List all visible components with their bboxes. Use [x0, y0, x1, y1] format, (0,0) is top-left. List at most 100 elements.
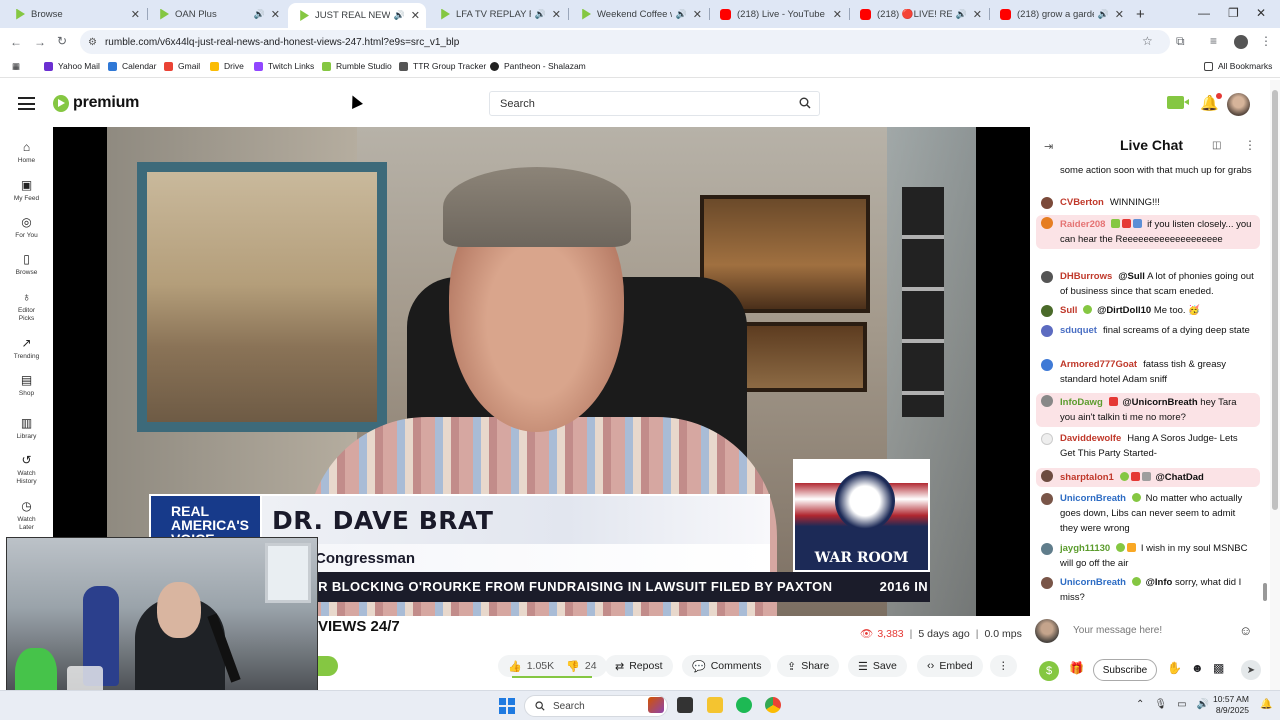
hamburger-menu-icon[interactable] [18, 97, 35, 110]
bookmark-pantheon[interactable]: Pantheon - Shalazam [490, 61, 586, 71]
chat-username[interactable]: sduquet [1060, 325, 1097, 336]
speaker-icon[interactable]: 🔊 [535, 9, 546, 20]
new-tab-icon[interactable]: + [1136, 6, 1145, 23]
sidebar-item-browse[interactable]: ▯ Browse [0, 253, 53, 277]
bookmark-rumble-studio[interactable]: Rumble Studio [322, 61, 392, 71]
app-icon[interactable] [648, 697, 664, 713]
sidebar-item-watch-history[interactable]: ↺ Watch History [0, 454, 53, 486]
notification-center-icon[interactable]: 🔔 [1260, 699, 1272, 710]
subscribe-button[interactable]: Subscribe [1093, 659, 1157, 681]
minimize-icon[interactable]: — [1198, 6, 1210, 20]
tab-close-icon[interactable]: ✕ [271, 8, 280, 21]
file-explorer-icon[interactable] [707, 697, 723, 713]
go-live-camera-icon[interactable] [1167, 96, 1189, 109]
windows-start-icon[interactable] [499, 698, 515, 714]
like-dislike-button[interactable]: 👍 1.05K 👎 24 [498, 655, 607, 677]
send-message-button[interactable]: ➤ [1241, 660, 1261, 680]
bookmark-ttr-group-tracker[interactable]: TTR Group Tracker [399, 61, 486, 71]
taskbar-clock[interactable]: 10:57 AM 8/9/2025 [1213, 694, 1249, 716]
chat-message-input[interactable]: Your message here! [1073, 625, 1162, 636]
media-controls-icon[interactable]: ≡ [1210, 34, 1217, 48]
rumble-premium-logo[interactable]: premium [53, 94, 139, 112]
emote-icon[interactable]: ☻ [1191, 661, 1204, 675]
comments-button[interactable]: 💬 Comments [682, 655, 772, 677]
network-icon[interactable]: ▭ [1177, 699, 1186, 710]
collapse-chat-icon[interactable]: ⇥ [1044, 140, 1053, 153]
close-window-icon[interactable]: ✕ [1256, 6, 1266, 20]
apps-grid-icon[interactable]: ▦ [12, 61, 20, 72]
tab-close-icon[interactable]: ✕ [552, 8, 561, 21]
chat-username[interactable]: Sull [1060, 305, 1077, 316]
share-button[interactable]: ⇪ Share [777, 655, 840, 677]
browser-tab[interactable]: Browse ✕ [4, 2, 146, 26]
chevron-up-icon[interactable]: ⌃ [1136, 699, 1144, 710]
bookmark-yahoo-mail[interactable]: Yahoo Mail [44, 61, 100, 71]
browser-tab[interactable]: Weekend Coffee with Ma 🔊 ✕ [570, 2, 708, 26]
page-scrollbar[interactable] [1270, 80, 1280, 690]
chat-menu-icon[interactable]: ⋮ [1244, 138, 1256, 152]
volume-icon[interactable]: 🔊 [1197, 699, 1209, 710]
user-avatar[interactable] [1227, 93, 1250, 116]
back-icon[interactable]: ← [10, 35, 22, 49]
chat-username[interactable]: Armored777Goat [1060, 359, 1137, 370]
menu-dots-icon[interactable]: ⋮ [1260, 34, 1272, 48]
notifications-bell-icon[interactable]: 🔔 [1200, 93, 1222, 112]
chat-username[interactable]: CVBerton [1060, 197, 1104, 208]
url-field[interactable]: ⚙ rumble.com/v6x44lq-just-real-news-and-… [80, 30, 1170, 54]
bookmark-calendar[interactable]: Calendar [108, 61, 157, 71]
chat-username[interactable]: Daviddewolfe [1060, 433, 1121, 444]
chat-scrollbar[interactable] [1262, 163, 1268, 608]
browser-tab[interactable]: OAN Plus 🔊 ✕ [148, 2, 286, 26]
popout-chat-icon[interactable]: ◫ [1212, 140, 1221, 151]
speaker-icon[interactable]: 🔊 [1098, 9, 1109, 20]
tab-close-icon[interactable]: ✕ [833, 8, 842, 21]
spotify-icon[interactable] [736, 697, 752, 713]
chat-username[interactable]: UnicornBreath [1060, 577, 1126, 588]
sidebar-item-home[interactable]: ⌂ Home [0, 141, 53, 165]
bookmark-star-icon[interactable]: ☆ [1142, 34, 1153, 48]
chrome-icon[interactable] [765, 697, 781, 713]
speaker-icon[interactable]: 🔊 [956, 9, 967, 20]
reload-icon[interactable]: ↻ [57, 34, 67, 48]
chat-username[interactable]: jaygh11130 [1060, 543, 1110, 554]
site-settings-icon[interactable]: ⚙ [88, 37, 97, 48]
microphone-icon[interactable]: 🎙 [1154, 699, 1167, 710]
chat-username[interactable]: UnicornBreath [1060, 493, 1126, 504]
speaker-icon[interactable]: 🔊 [394, 10, 405, 21]
bookmark-gmail[interactable]: Gmail [164, 61, 200, 71]
tab-close-icon[interactable]: ✕ [1115, 8, 1124, 21]
more-options-button[interactable]: ⋮ [990, 655, 1017, 677]
save-button[interactable]: ☰ Save [848, 655, 907, 677]
image-icon[interactable]: ▩ [1213, 661, 1224, 675]
sidebar-item-watch-later[interactable]: ◷ Watch Later [0, 500, 53, 532]
chat-username[interactable]: InfoDawg [1060, 397, 1103, 408]
sidebar-item-library[interactable]: ▥ Library [0, 417, 53, 441]
thumbs-up-icon[interactable]: 👍 [508, 660, 522, 673]
bookmark-drive[interactable]: Drive [210, 61, 244, 71]
search-icon[interactable] [799, 97, 811, 109]
sidebar-item-for-you[interactable]: ◎ For You [0, 216, 53, 240]
sidebar-item-editor-picks[interactable]: ♁ Editor Picks [0, 291, 53, 323]
sidebar-item-my-feed[interactable]: ▣ My Feed [0, 179, 53, 203]
bookmark-twitch-links[interactable]: Twitch Links [254, 61, 314, 71]
sidebar-item-shop[interactable]: ▤ Shop [0, 374, 53, 398]
speaker-icon[interactable]: 🔊 [676, 9, 687, 20]
thumbs-down-icon[interactable]: 👎 [566, 660, 580, 673]
tab-close-icon[interactable]: ✕ [131, 8, 140, 21]
search-input[interactable]: Search [489, 91, 820, 116]
sidebar-item-trending[interactable]: ↗ Trending [0, 337, 53, 361]
extensions-icon[interactable]: ⧉ [1176, 34, 1185, 49]
emoji-icon[interactable]: ☺ [1239, 623, 1252, 638]
chat-username[interactable]: Raider208 [1060, 219, 1105, 230]
rant-dollar-icon[interactable]: $ [1039, 661, 1059, 681]
channel-badge[interactable] [318, 656, 338, 676]
profile-avatar[interactable] [1234, 35, 1248, 49]
repost-button[interactable]: ⇄ Repost [605, 655, 673, 677]
tab-close-icon[interactable]: ✕ [693, 8, 702, 21]
restore-icon[interactable]: ❐ [1228, 6, 1239, 20]
browser-tab[interactable]: (218) grow a garden a 🔊 ✕ [990, 2, 1130, 26]
chat-username[interactable]: sharptalon1 [1060, 472, 1114, 483]
tab-close-icon[interactable]: ✕ [411, 9, 420, 22]
tab-close-icon[interactable]: ✕ [973, 8, 982, 21]
hand-icon[interactable]: ✋ [1167, 661, 1182, 675]
